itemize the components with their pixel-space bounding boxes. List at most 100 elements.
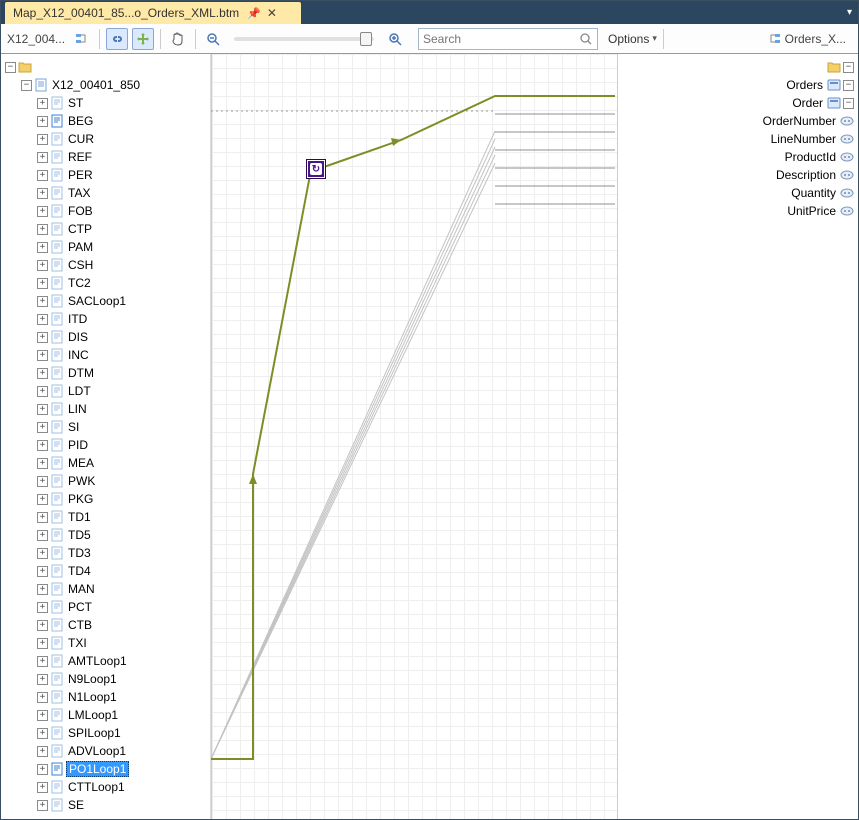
expand-icon[interactable]: +: [37, 242, 48, 253]
tree-row-advloop1[interactable]: +ADVLoop1: [5, 742, 210, 760]
expand-icon[interactable]: +: [37, 602, 48, 613]
document-tab[interactable]: Map_X12_00401_85...o_Orders_XML.btm 📌 ✕: [5, 2, 301, 24]
tree-row-cttloop1[interactable]: +CTTLoop1: [5, 778, 210, 796]
search-icon[interactable]: [579, 32, 593, 46]
mapper-canvas[interactable]: ↻ −Orders−Order−OrderNumberLineNumberPro…: [211, 54, 858, 819]
close-icon[interactable]: ✕: [267, 6, 277, 20]
tree-row-sacloop1[interactable]: +SACLoop1: [5, 292, 210, 310]
tree-row-linenumber[interactable]: LineNumber: [738, 130, 854, 148]
expand-icon[interactable]: +: [37, 314, 48, 325]
tree-row-csh[interactable]: +CSH: [5, 256, 210, 274]
tree-row-spiloop1[interactable]: +SPILoop1: [5, 724, 210, 742]
tree-row-tax[interactable]: +TAX: [5, 184, 210, 202]
tree-row-pwk[interactable]: +PWK: [5, 472, 210, 490]
expand-icon[interactable]: +: [37, 206, 48, 217]
expand-icon[interactable]: +: [37, 638, 48, 649]
collapse-icon[interactable]: −: [5, 62, 16, 73]
tab-overflow-icon[interactable]: ▾: [847, 7, 852, 18]
tree-row-fob[interactable]: +FOB: [5, 202, 210, 220]
tree-row-cur[interactable]: +CUR: [5, 130, 210, 148]
expand-icon[interactable]: +: [37, 188, 48, 199]
tree-row-pkg[interactable]: +PKG: [5, 490, 210, 508]
zoom-out-button[interactable]: [202, 28, 224, 50]
tree-row-txi[interactable]: +TXI: [5, 634, 210, 652]
tree-mode-button[interactable]: [71, 28, 93, 50]
expand-icon[interactable]: +: [37, 512, 48, 523]
expand-icon[interactable]: +: [37, 278, 48, 289]
tree-row-man[interactable]: +MAN: [5, 580, 210, 598]
tree-row-st[interactable]: +ST: [5, 94, 210, 112]
expand-icon[interactable]: +: [37, 692, 48, 703]
expand-icon[interactable]: +: [37, 134, 48, 145]
tree-row-productid[interactable]: ProductId: [738, 148, 854, 166]
expand-icon[interactable]: +: [37, 746, 48, 757]
expand-icon[interactable]: +: [37, 782, 48, 793]
zoom-in-button[interactable]: [384, 28, 406, 50]
tree-row-root[interactable]: −X12_00401_850: [5, 76, 210, 94]
tree-row-td1[interactable]: +TD1: [5, 508, 210, 526]
zoom-slider-thumb[interactable]: [360, 32, 372, 46]
expand-icon[interactable]: +: [37, 800, 48, 811]
tree-row-itd[interactable]: +ITD: [5, 310, 210, 328]
tree-row-se[interactable]: +SE: [5, 796, 210, 814]
expand-icon[interactable]: +: [37, 710, 48, 721]
pan-button[interactable]: [167, 28, 189, 50]
tree-row-mea[interactable]: +MEA: [5, 454, 210, 472]
tree-row-inc[interactable]: +INC: [5, 346, 210, 364]
pin-icon[interactable]: 📌: [247, 7, 261, 20]
tree-row-lmloop1[interactable]: +LMLoop1: [5, 706, 210, 724]
tree-row-pid[interactable]: +PID: [5, 436, 210, 454]
tree-row-td5[interactable]: +TD5: [5, 526, 210, 544]
tree-row-per[interactable]: +PER: [5, 166, 210, 184]
expand-icon[interactable]: +: [37, 620, 48, 631]
tree-row-ctp[interactable]: +CTP: [5, 220, 210, 238]
tree-row-orders[interactable]: Orders−: [738, 76, 854, 94]
tree-row-ctb[interactable]: +CTB: [5, 616, 210, 634]
show-grid-button[interactable]: [132, 28, 154, 50]
tree-row-td4[interactable]: +TD4: [5, 562, 210, 580]
expand-icon[interactable]: +: [37, 332, 48, 343]
expand-icon[interactable]: +: [37, 404, 48, 415]
expand-icon[interactable]: +: [37, 494, 48, 505]
expand-icon[interactable]: +: [37, 386, 48, 397]
tree-row-n9loop1[interactable]: +N9Loop1: [5, 670, 210, 688]
tree-row-quantity[interactable]: Quantity: [738, 184, 854, 202]
expand-icon[interactable]: +: [37, 260, 48, 271]
expand-icon[interactable]: +: [37, 530, 48, 541]
tree-row-amtloop1[interactable]: +AMTLoop1: [5, 652, 210, 670]
tree-row-schema[interactable]: −: [5, 58, 210, 76]
tree-row-unitprice[interactable]: UnitPrice: [738, 202, 854, 220]
tree-row-pam[interactable]: +PAM: [5, 238, 210, 256]
expand-icon[interactable]: +: [37, 458, 48, 469]
tree-row-ref[interactable]: +REF: [5, 148, 210, 166]
expand-icon[interactable]: +: [37, 584, 48, 595]
expand-icon[interactable]: +: [37, 422, 48, 433]
expand-icon[interactable]: +: [37, 476, 48, 487]
options-dropdown[interactable]: Options ▾: [608, 32, 657, 46]
expand-icon[interactable]: +: [37, 152, 48, 163]
tree-row-ordernumber[interactable]: OrderNumber: [738, 112, 854, 130]
expand-icon[interactable]: +: [37, 656, 48, 667]
tree-row-td3[interactable]: +TD3: [5, 544, 210, 562]
expand-icon[interactable]: +: [37, 764, 48, 775]
collapse-icon[interactable]: −: [843, 80, 854, 91]
tree-row-schema[interactable]: −: [738, 58, 854, 76]
looping-functoid[interactable]: ↻: [306, 159, 326, 179]
dest-tree[interactable]: −Orders−Order−OrderNumberLineNumberProdu…: [738, 54, 858, 224]
tree-row-pct[interactable]: +PCT: [5, 598, 210, 616]
expand-icon[interactable]: +: [37, 368, 48, 379]
tree-row-si[interactable]: +SI: [5, 418, 210, 436]
collapse-icon[interactable]: −: [21, 80, 32, 91]
tree-row-ldt[interactable]: +LDT: [5, 382, 210, 400]
expand-icon[interactable]: +: [37, 170, 48, 181]
expand-icon[interactable]: +: [37, 350, 48, 361]
expand-icon[interactable]: +: [37, 116, 48, 127]
expand-icon[interactable]: +: [37, 548, 48, 559]
tree-row-order[interactable]: Order−: [738, 94, 854, 112]
expand-icon[interactable]: +: [37, 566, 48, 577]
expand-icon[interactable]: +: [37, 440, 48, 451]
expand-icon[interactable]: +: [37, 728, 48, 739]
zoom-slider[interactable]: [234, 37, 374, 41]
tree-row-dtm[interactable]: +DTM: [5, 364, 210, 382]
tree-row-n1loop1[interactable]: +N1Loop1: [5, 688, 210, 706]
